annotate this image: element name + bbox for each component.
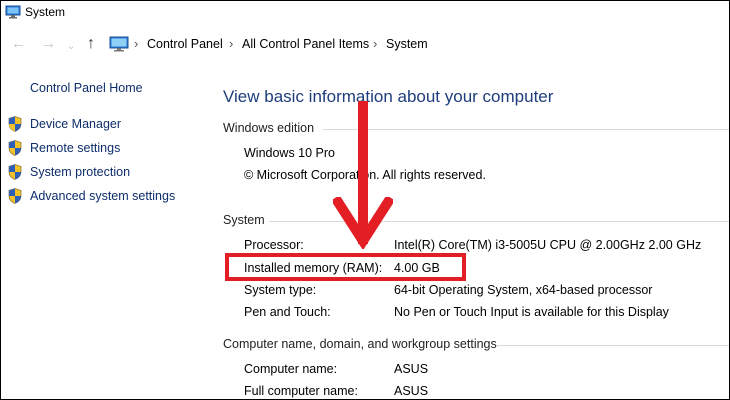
uac-shield-icon: [8, 188, 22, 204]
full-computer-name-value: ASUS: [394, 384, 429, 398]
breadcrumb-all-items[interactable]: All Control Panel Items: [242, 37, 369, 51]
annotation-arrow-head-icon: [333, 197, 393, 249]
computer-name-header: Computer name, domain, and workgroup set…: [223, 337, 497, 351]
recent-locations-chevron-icon[interactable]: ⌄: [67, 38, 75, 56]
control-panel-home-link[interactable]: Control Panel Home: [30, 81, 143, 95]
advanced-system-settings-link[interactable]: Advanced system settings: [30, 189, 175, 203]
uac-shield-icon: [8, 164, 22, 180]
computer-name-value: ASUS: [394, 362, 429, 376]
breadcrumb-control-panel[interactable]: Control Panel: [147, 37, 223, 51]
uac-shield-icon: [8, 116, 22, 132]
forward-arrow-icon[interactable]: →: [41, 35, 56, 53]
system-protection-link[interactable]: System protection: [30, 165, 130, 179]
control-panel-icon: [109, 36, 129, 52]
uac-shield-icon: [8, 140, 22, 156]
edition-name: Windows 10 Pro: [244, 146, 336, 160]
system-header: System: [223, 213, 265, 227]
pen-touch-value: No Pen or Touch Input is available for t…: [394, 305, 669, 319]
section-divider: [497, 345, 729, 346]
back-arrow-icon[interactable]: ←: [11, 35, 26, 53]
window-title: System: [25, 5, 66, 19]
windows-edition-header: Windows edition: [223, 121, 315, 135]
system-type-value: 64-bit Operating System, x64-based proce…: [394, 283, 653, 297]
full-computer-name-label: Full computer name:: [244, 384, 358, 398]
computer-name-label: Computer name:: [244, 362, 338, 376]
system-type-label: System type:: [244, 283, 317, 297]
processor-value: Intel(R) Core(TM) i3-5005U CPU @ 2.00GHz…: [394, 238, 702, 252]
breadcrumb-separator-icon: ›: [134, 36, 139, 51]
title-bar: System: [1, 1, 729, 25]
pen-touch-label: Pen and Touch:: [244, 305, 331, 319]
processor-label: Processor:: [244, 238, 304, 252]
system-window: System ← → ⌄ ↑ › Control Panel › All Con…: [0, 0, 730, 400]
system-icon: [5, 5, 21, 19]
remote-settings-link[interactable]: Remote settings: [30, 141, 120, 155]
memory-highlight-box: [225, 253, 466, 281]
device-manager-link[interactable]: Device Manager: [30, 117, 121, 131]
breadcrumb-separator-icon: ›: [373, 36, 378, 51]
page-title: View basic information about your comput…: [223, 87, 554, 106]
section-divider: [323, 129, 729, 130]
up-arrow-icon[interactable]: ↑: [87, 35, 95, 53]
navigation-bar: ← → ⌄ ↑ › Control Panel › All Control Pa…: [1, 29, 729, 59]
breadcrumb-separator-icon: ›: [229, 36, 234, 51]
breadcrumb-system[interactable]: System: [386, 37, 428, 51]
